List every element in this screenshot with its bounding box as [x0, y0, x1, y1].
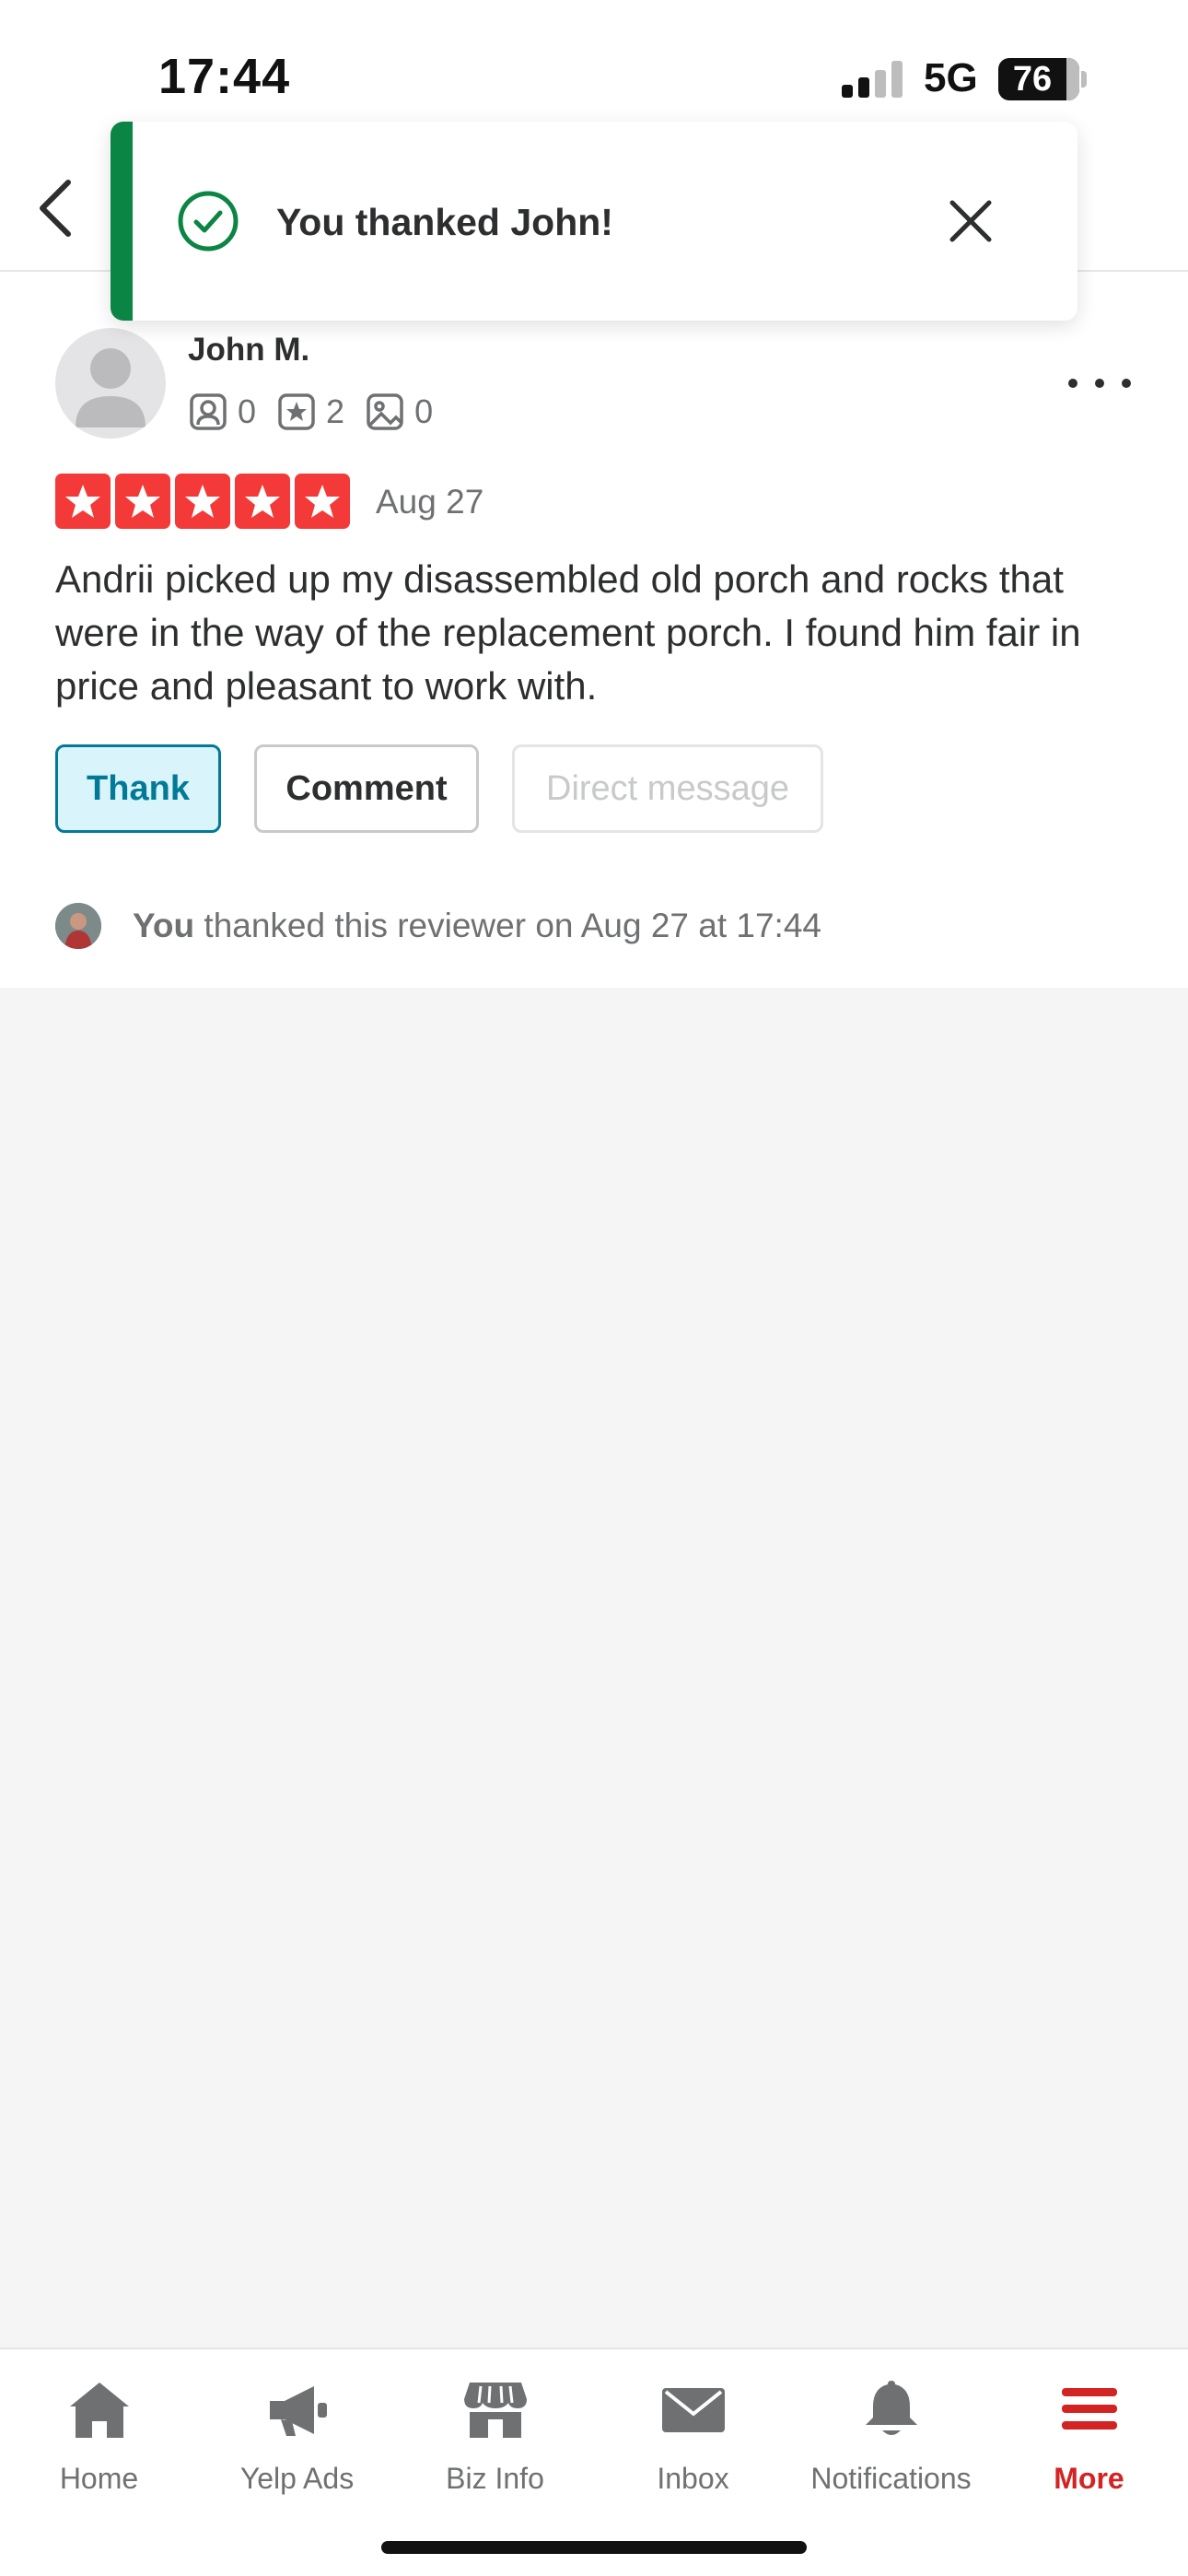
bell-icon — [865, 2381, 917, 2435]
success-toast: You thanked John! — [111, 122, 1077, 321]
default-user-icon — [76, 348, 146, 427]
megaphone-icon — [269, 2386, 327, 2436]
tab-label: More — [1054, 2462, 1124, 2495]
cellular-signal-icon — [842, 61, 903, 98]
reviewer-name[interactable]: John M. — [188, 332, 309, 369]
reviews-count: 2 — [326, 392, 345, 430]
star-icon — [235, 474, 290, 529]
envelope-icon — [661, 2388, 725, 2432]
tab-inbox[interactable]: Inbox — [594, 2368, 792, 2496]
tab-label: Home — [59, 2462, 139, 2495]
review-date: Aug 27 — [376, 483, 484, 521]
photo-icon — [367, 393, 403, 430]
storefront-icon — [463, 2383, 527, 2438]
toast-accent-bar — [111, 122, 133, 321]
chevron-left-icon — [40, 180, 71, 237]
star-icon — [295, 474, 350, 529]
reviewer-stats: 0 2 0 — [188, 389, 453, 435]
home-indicator[interactable] — [381, 2541, 807, 2554]
tab-label: Yelp Ads — [239, 2462, 355, 2495]
user-avatar — [55, 903, 101, 949]
home-icon — [69, 2383, 129, 2438]
friends-count: 0 — [238, 392, 257, 430]
photos-stat: 0 — [365, 392, 433, 432]
check-circle-icon — [178, 191, 239, 252]
back-button[interactable] — [28, 175, 83, 241]
hamburger-menu-icon — [1061, 2388, 1117, 2430]
tab-biz-info[interactable]: Biz Info — [396, 2368, 594, 2496]
friends-stat: 0 — [188, 392, 256, 432]
status-time: 17:44 — [158, 49, 291, 104]
reviewer-avatar[interactable] — [55, 328, 166, 439]
more-options-icon[interactable] — [1068, 369, 1131, 398]
close-icon[interactable] — [947, 197, 995, 245]
tab-more[interactable]: More — [990, 2368, 1188, 2496]
tab-label: Inbox — [657, 2462, 729, 2495]
tab-home[interactable]: Home — [0, 2368, 198, 2496]
direct-message-button[interactable]: Direct message — [512, 744, 823, 833]
thank-button[interactable]: Thank — [55, 744, 221, 833]
thanked-text: thanked this reviewer on Aug 27 at 17:44 — [194, 907, 821, 944]
status-bar: 17:44 5G 76 — [0, 0, 1188, 138]
thanked-actor: You — [133, 907, 195, 944]
tab-label: Notifications — [810, 2462, 972, 2495]
review-star-icon — [278, 393, 315, 430]
comment-button[interactable]: Comment — [254, 744, 479, 833]
tab-yelp-ads[interactable]: Yelp Ads — [198, 2368, 396, 2496]
photos-count: 0 — [414, 392, 434, 430]
battery-level: 76 — [1012, 60, 1053, 99]
star-icon — [115, 474, 170, 529]
battery-tip — [1081, 71, 1087, 88]
review-text: Andrii picked up my disassembled old por… — [55, 557, 1081, 708]
network-type: 5G — [924, 55, 978, 100]
friends-icon — [190, 393, 227, 430]
star-icon — [55, 474, 111, 529]
tab-label: Biz Info — [446, 2462, 544, 2495]
thanked-status: You thanked this reviewer on Aug 27 at 1… — [133, 907, 821, 945]
reviews-stat: 2 — [276, 392, 344, 432]
toast-message: You thanked John! — [276, 201, 613, 243]
tab-notifications[interactable]: Notifications — [792, 2368, 990, 2496]
battery-icon: 76 — [998, 58, 1079, 100]
star-icon — [175, 474, 230, 529]
star-rating — [55, 474, 355, 529]
